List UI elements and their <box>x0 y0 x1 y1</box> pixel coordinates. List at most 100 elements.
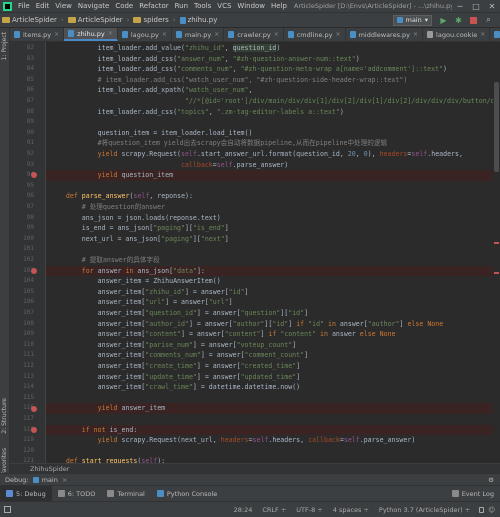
tool-window-6-todo[interactable]: 6: TODO <box>52 486 102 502</box>
close-icon[interactable]: × <box>54 31 59 38</box>
tab-lagou-cookie[interactable]: lagou.cookie × <box>423 28 491 41</box>
event-log-button[interactable]: Event Log <box>446 486 500 502</box>
code-line[interactable]: item_loader.add_xpath("watch_user_num", <box>46 85 500 96</box>
code-line[interactable]: yield answer_item <box>46 403 500 414</box>
lock-icon[interactable] <box>479 506 485 513</box>
code-line[interactable]: def parse_answer(self, reponse): <box>46 191 500 202</box>
code-line[interactable]: for answer in ans_json["data"]: <box>46 265 500 277</box>
line-number-gutter[interactable]: 82 83 84 85 86 87 88 89 90 91 92 93 9495 96 97 98 99 100 1… <box>10 42 46 463</box>
breadcrumb-spiders[interactable]: spiders <box>131 16 170 24</box>
tab-lagou-py[interactable]: lagou.py × <box>118 28 172 41</box>
close-icon[interactable]: × <box>413 31 418 38</box>
code-line[interactable] <box>46 446 500 457</box>
breakpoint-icon[interactable] <box>31 426 37 433</box>
tab-middlewares-py[interactable]: middlewares.py × <box>346 28 424 41</box>
code-line[interactable] <box>46 181 500 192</box>
minimize-button[interactable]: ─ <box>452 2 468 11</box>
code-line[interactable]: #将question_item yield出去scrapy会自动将数据pipel… <box>46 138 500 149</box>
close-icon[interactable]: × <box>480 31 485 38</box>
line-separator[interactable]: CRLF ÷ <box>257 506 291 514</box>
code-line[interactable]: answer_item["zhihu_id"] = answer["id"] <box>46 287 500 298</box>
code-line[interactable]: item_loader.add_css("comments_num", "#zh… <box>46 64 500 75</box>
bug-icon[interactable]: ✱ <box>453 15 464 26</box>
tool-window-5-debug[interactable]: 5: Debug <box>0 485 52 502</box>
menu-vcs[interactable]: VCS <box>214 2 234 10</box>
code-line[interactable]: answer_item["parise_num"] = answer["vote… <box>46 340 500 351</box>
code-line[interactable]: answer_item["url"] = answer["url"] <box>46 297 500 308</box>
tool-window-python-console[interactable]: Python Console <box>151 486 223 502</box>
code-line[interactable] <box>46 117 500 128</box>
code-line[interactable]: next_url = ans_json["paging"]["next"] <box>46 234 500 245</box>
code-line[interactable] <box>46 393 500 404</box>
code-line[interactable]: yield question_item <box>46 170 500 181</box>
code-line[interactable]: yield scrapy.Request(self.start_answer_u… <box>46 149 500 160</box>
tab-items-py[interactable]: items.py × <box>10 28 65 41</box>
breadcrumb-file[interactable]: zhihu.py <box>178 16 220 24</box>
code-line[interactable]: item_loader.add_css("topics", ".zm-tag-e… <box>46 107 500 118</box>
code-line[interactable]: yield scrapy.Request(next_url, headers=s… <box>46 435 500 446</box>
code-area[interactable]: item_loader.add_value("zhihu_id", questi… <box>46 42 500 463</box>
caret-position[interactable]: 28:24 <box>229 506 258 514</box>
structure-tool-tab[interactable]: 2: Structure <box>1 398 8 434</box>
tab-crawler-py[interactable]: crawler.py × <box>224 28 284 41</box>
project-tool-tab[interactable]: 1: Project <box>1 32 8 60</box>
close-button[interactable]: ✕ <box>484 2 500 11</box>
play-icon[interactable]: ▶ <box>438 15 449 26</box>
tab-main-py[interactable]: main.py × <box>172 28 225 41</box>
breakpoint-icon[interactable] <box>31 405 37 412</box>
menu-navigate[interactable]: Navigate <box>75 2 112 10</box>
maximize-button[interactable]: □ <box>468 2 484 11</box>
code-line[interactable]: answer_item["comments_num"] = answer["co… <box>46 350 500 361</box>
layout-icon[interactable] <box>4 506 11 513</box>
code-line[interactable]: answer_item["crawl_time"] = datetime.dat… <box>46 382 500 393</box>
tab-zhihu-py[interactable]: zhihu.py × <box>64 28 118 41</box>
code-line[interactable] <box>46 414 500 425</box>
close-icon[interactable]: × <box>274 31 279 38</box>
menu-view[interactable]: View <box>52 2 75 10</box>
code-line[interactable]: item_loader.add_value("zhihu_id", questi… <box>46 43 500 54</box>
code-line[interactable]: item_loader.add_css("answer_num", "#zh-q… <box>46 54 500 65</box>
notifications-icon[interactable]: ☺ <box>488 506 500 514</box>
menu-code[interactable]: Code <box>112 2 136 10</box>
code-line[interactable]: answer_item["create_time"] = answer["cre… <box>46 361 500 372</box>
tool-window-terminal[interactable]: Terminal <box>101 486 150 502</box>
menu-tools[interactable]: Tools <box>191 2 214 10</box>
editor-breadcrumb[interactable]: ZhihuSpider <box>10 463 500 473</box>
vertical-scrollbar[interactable] <box>493 42 500 463</box>
code-line[interactable] <box>46 244 500 255</box>
code-line[interactable]: answer_item = ZhihuAnswerItem() <box>46 276 500 287</box>
code-line[interactable]: answer_item["question_id"] = answer["que… <box>46 308 500 319</box>
breadcrumb-folder[interactable]: ArticleSpider <box>66 16 125 24</box>
code-line[interactable]: answer_item["content"] = answer["content… <box>46 329 500 340</box>
code-line[interactable]: answer_item["update_time"] = answer["upd… <box>46 372 500 383</box>
code-line[interactable]: ans_json = json.loads(reponse.text) <box>46 213 500 224</box>
gear-icon[interactable]: ⚙ <box>488 476 494 484</box>
code-line[interactable]: if not is_end: <box>46 424 500 436</box>
close-icon[interactable]: × <box>162 31 167 38</box>
stop-icon[interactable] <box>468 15 479 26</box>
search-icon[interactable]: ⌕ <box>483 15 494 26</box>
menu-edit[interactable]: Edit <box>33 2 53 10</box>
close-icon[interactable]: × <box>108 30 113 37</box>
breadcrumb-project[interactable]: ArticleSpider <box>0 16 59 24</box>
close-icon[interactable]: × <box>336 31 341 38</box>
code-editor[interactable]: 82 83 84 85 86 87 88 89 90 91 92 93 9495 96 97 98 99 100 1… <box>10 42 500 463</box>
debug-config-tab[interactable]: main <box>42 476 58 484</box>
code-line[interactable]: # item_loader.add_css("watch_user_num", … <box>46 75 500 86</box>
scrollbar-thumb[interactable] <box>494 82 499 172</box>
menu-file[interactable]: File <box>15 2 33 10</box>
code-line[interactable]: def start_requests(self): <box>46 456 500 463</box>
menu-help[interactable]: Help <box>268 2 290 10</box>
code-line[interactable]: question_item = item_loader.load_item() <box>46 128 500 139</box>
code-line[interactable]: is_end = ans_json["paging"]["is_end"] <box>46 223 500 234</box>
code-line[interactable]: callback=self.parse_answer) <box>46 160 500 171</box>
code-line[interactable]: answer_item["author_id"] = answer["autho… <box>46 319 500 330</box>
code-line[interactable]: # 处理question的answer <box>46 202 500 213</box>
indent-setting[interactable]: 4 spaces ÷ <box>328 506 374 514</box>
python-interpreter[interactable]: Python 3.7 (ArticleSpider) ÷ <box>374 506 475 514</box>
menu-run[interactable]: Run <box>172 2 191 10</box>
code-line[interactable]: # 提取answer的具体字段 <box>46 255 500 266</box>
file-encoding[interactable]: UTF-8 ÷ <box>291 506 327 514</box>
code-line[interactable]: "//*[@id='root']/div/main/div/div[1]/div… <box>46 96 500 107</box>
close-icon[interactable]: × <box>214 31 219 38</box>
